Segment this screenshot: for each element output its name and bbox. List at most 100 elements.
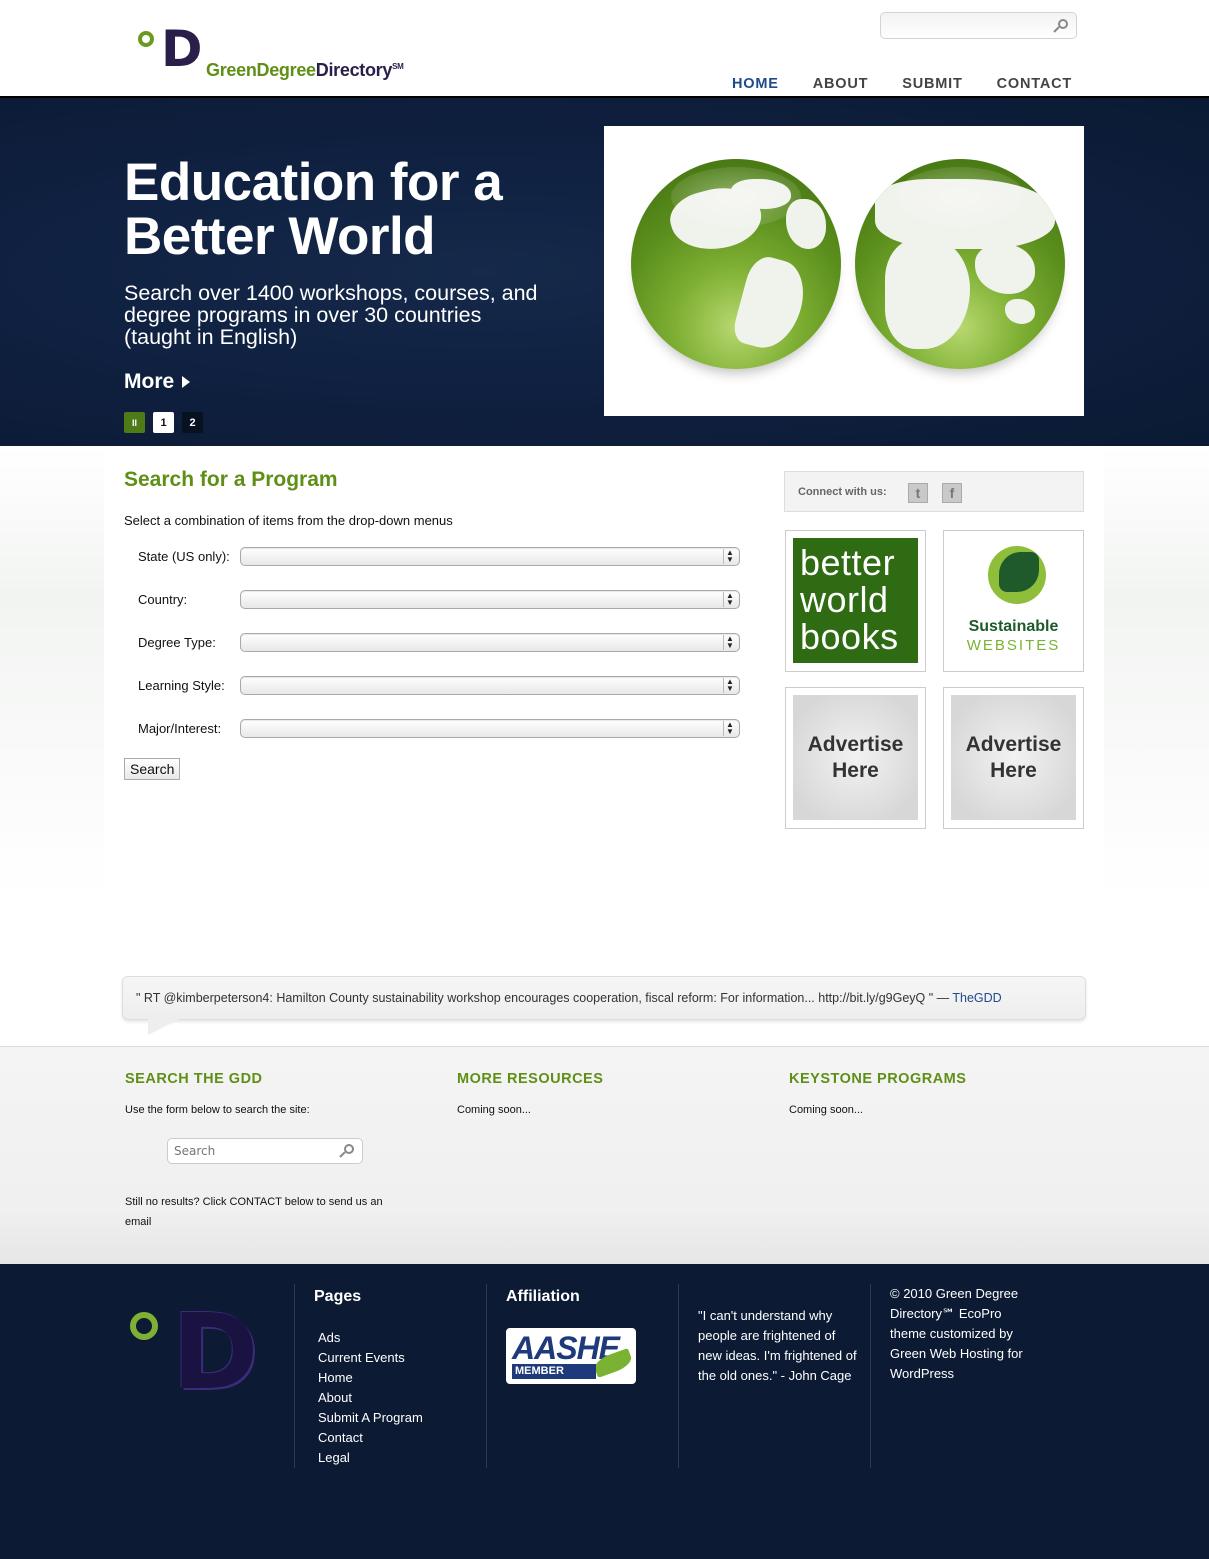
tweet-author-link[interactable]: TheGDD xyxy=(952,991,1001,1005)
logo-name-dark: Directory xyxy=(315,60,393,80)
ad-placeholder-2[interactable]: Advertise Here xyxy=(943,687,1084,829)
aashe-member-badge[interactable]: AASHE MEMBER xyxy=(506,1328,636,1384)
footer-divider xyxy=(678,1284,679,1468)
footer-link-contact[interactable]: Contact xyxy=(318,1428,423,1448)
slide-controls: II 1 2 xyxy=(124,412,203,433)
field-learning-style: Learning Style: ▲ ▼ xyxy=(138,675,740,697)
widget-resources-text: Coming soon... xyxy=(457,1104,531,1116)
program-search-title: Search for a Program xyxy=(124,468,338,491)
field-major-interest: Major/Interest: ▲ ▼ xyxy=(138,718,740,740)
slide-pause-button[interactable]: II xyxy=(124,412,145,433)
field-major-interest-label: Major/Interest: xyxy=(138,721,222,736)
nav-submit[interactable]: SUBMIT xyxy=(902,76,962,92)
field-country-label: Country: xyxy=(138,592,188,607)
nav-home[interactable]: HOME xyxy=(732,76,779,92)
footer-divider xyxy=(294,1284,295,1468)
country-select[interactable]: ▲ ▼ xyxy=(240,590,740,609)
hero-more-link[interactable]: More xyxy=(124,370,191,394)
logo-wordmark: GreenDegreeDirectorySM xyxy=(206,60,404,81)
slide-1-button[interactable]: 1 xyxy=(153,412,174,433)
learning-style-select[interactable]: ▲ ▼ xyxy=(240,676,740,695)
hero-subtitle: Search over 1400 workshops, courses, and… xyxy=(124,281,538,349)
ad-better-world-books[interactable]: better world books xyxy=(785,530,926,672)
logo-letter: D xyxy=(161,20,203,78)
logo-circle-icon xyxy=(138,31,154,47)
footer-divider xyxy=(870,1284,871,1468)
footer-divider xyxy=(486,1284,487,1468)
logo-circle-icon xyxy=(130,1312,158,1340)
field-degree-type-label: Degree Type: xyxy=(138,635,216,650)
select-arrows-icon: ▲ ▼ xyxy=(723,549,736,564)
hero-more-label: More xyxy=(124,370,175,393)
site-logo[interactable]: D GreenDegreeDirectorySM xyxy=(136,20,436,84)
latest-tweet: " RT @kimberpeterson4: Hamilton County s… xyxy=(122,976,1086,1020)
program-search-button[interactable]: Search xyxy=(124,758,181,780)
widget-keystone-text: Coming soon... xyxy=(789,1104,863,1116)
select-arrows-icon: ▲ ▼ xyxy=(723,721,736,736)
program-search-intro: Select a combination of items from the d… xyxy=(124,513,453,528)
footer-copyright: © 2010 Green Degree Directory℠ EcoPro th… xyxy=(890,1286,1023,1381)
widget-search-text: Use the form below to search the site: xyxy=(125,1104,310,1116)
footer-pages-title: Pages xyxy=(314,1288,362,1305)
header-search xyxy=(880,12,1077,39)
footer-logo-letter: D xyxy=(172,1291,259,1413)
search-icon[interactable] xyxy=(339,1144,354,1158)
field-learning-style-label: Learning Style: xyxy=(138,678,225,693)
degree-type-select[interactable]: ▲ ▼ xyxy=(240,633,740,652)
site-search-input[interactable] xyxy=(168,1139,333,1163)
widget-keystone-title: KEYSTONE PROGRAMS xyxy=(789,1071,967,1087)
connect-label: Connect with us: xyxy=(798,486,887,498)
sustainable-websites-logo: Sustainable WEBSITES xyxy=(951,538,1076,663)
site-footer: D Pages Ads Current Events Home About Su… xyxy=(0,1264,1209,1559)
footer-widgets: SEARCH THE GDD Use the form below to sea… xyxy=(0,1046,1209,1264)
field-country: Country: ▲ ▼ xyxy=(138,589,740,611)
widget-resources-title: MORE RESOURCES xyxy=(457,1071,604,1087)
select-arrows-icon: ▲ ▼ xyxy=(723,635,736,650)
site-search-box xyxy=(167,1138,363,1164)
footer-logo[interactable]: D xyxy=(130,1291,270,1413)
footer-link-submit-program[interactable]: Submit A Program xyxy=(318,1408,423,1428)
logo-servicemark: SM xyxy=(392,62,404,71)
slide-2-button[interactable]: 2 xyxy=(182,412,203,433)
field-state: State (US only): ▲ ▼ xyxy=(138,546,740,568)
tweet-bubble-tail xyxy=(148,1019,180,1035)
widget-search-title: SEARCH THE GDD xyxy=(125,1071,263,1087)
globe-americas-icon xyxy=(631,159,841,369)
hero-title: Education for a Better World xyxy=(124,153,503,266)
footer-link-ads[interactable]: Ads xyxy=(318,1328,423,1348)
field-state-label: State (US only): xyxy=(138,549,230,564)
header-search-input[interactable] xyxy=(881,13,1049,38)
hero-slider: Education for a Better World Search over… xyxy=(0,96,1209,446)
connect-box: Connect with us: t f xyxy=(784,471,1084,512)
twitter-icon[interactable]: t xyxy=(908,483,928,503)
select-arrows-icon: ▲ ▼ xyxy=(723,592,736,607)
tweet-text: " RT @kimberpeterson4: Hamilton County s… xyxy=(136,991,950,1005)
nav-contact[interactable]: CONTACT xyxy=(997,76,1072,92)
site-header: D GreenDegreeDirectorySM HOME ABOUT SUBM… xyxy=(0,0,1209,96)
footer-quote: "I can't understand why people are frigh… xyxy=(698,1308,857,1383)
footer-affiliation-title: Affiliation xyxy=(506,1288,580,1305)
facebook-icon[interactable]: f xyxy=(942,483,962,503)
field-degree-type: Degree Type: ▲ ▼ xyxy=(138,632,740,654)
search-icon[interactable] xyxy=(1053,19,1068,33)
ad-sustainable-websites[interactable]: Sustainable WEBSITES xyxy=(943,530,1084,672)
footer-link-home[interactable]: Home xyxy=(318,1368,423,1388)
aashe-member-label: MEMBER xyxy=(512,1364,596,1379)
hero-globes-image xyxy=(604,126,1084,416)
major-interest-select[interactable]: ▲ ▼ xyxy=(240,719,740,738)
better-world-books-logo: better world books xyxy=(793,538,918,663)
no-results-text: Still no results? Click CONTACT below to… xyxy=(125,1196,383,1228)
main-nav: HOME ABOUT SUBMIT CONTACT xyxy=(732,76,1106,92)
select-arrows-icon: ▲ ▼ xyxy=(723,678,736,693)
footer-pages-list: Ads Current Events Home About Submit A P… xyxy=(318,1328,423,1468)
state-select[interactable]: ▲ ▼ xyxy=(240,547,740,566)
logo-name-green: GreenDegree xyxy=(206,60,316,80)
footer-link-legal[interactable]: Legal xyxy=(318,1448,423,1468)
footer-link-current-events[interactable]: Current Events xyxy=(318,1348,423,1368)
play-arrow-icon xyxy=(182,376,191,389)
ad-placeholder-1[interactable]: Advertise Here xyxy=(785,687,926,829)
footer-link-about[interactable]: About xyxy=(318,1388,423,1408)
nav-about[interactable]: ABOUT xyxy=(813,76,869,92)
main-content: Search for a Program Select a combinatio… xyxy=(0,446,1209,1046)
globe-eurasia-icon xyxy=(855,159,1065,369)
